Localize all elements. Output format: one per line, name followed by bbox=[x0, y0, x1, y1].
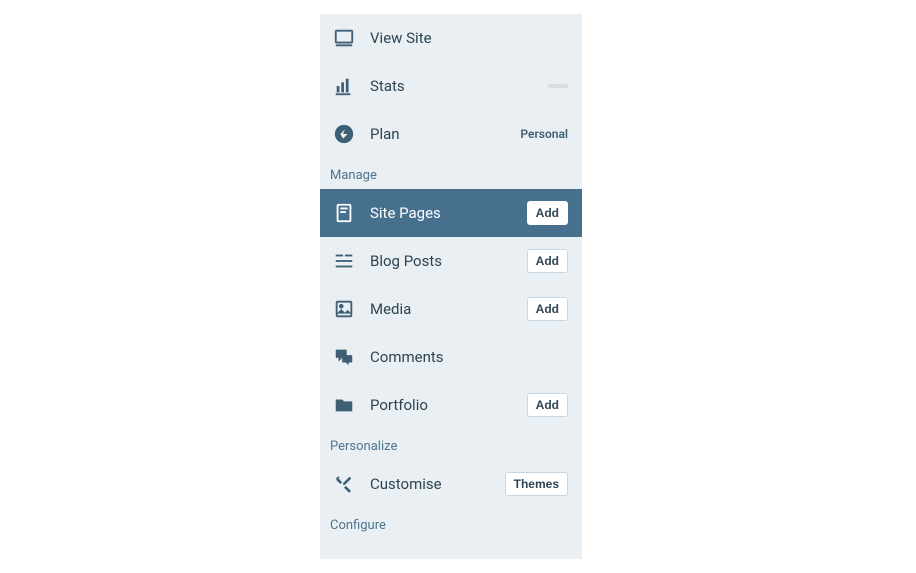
plan-badge: Personal bbox=[520, 127, 568, 141]
page-icon bbox=[332, 201, 356, 225]
stats-icon bbox=[332, 74, 356, 98]
nav-label: Media bbox=[370, 300, 527, 318]
nav-blog-posts[interactable]: Blog Posts Add bbox=[320, 237, 582, 285]
section-personalize: Personalize bbox=[320, 429, 582, 460]
add-portfolio-button[interactable]: Add bbox=[527, 393, 568, 417]
folder-icon bbox=[332, 393, 356, 417]
nav-view-site[interactable]: View Site bbox=[320, 14, 582, 62]
nav-portfolio[interactable]: Portfolio Add bbox=[320, 381, 582, 429]
media-icon bbox=[332, 297, 356, 321]
comments-icon bbox=[332, 345, 356, 369]
nav-comments[interactable]: Comments bbox=[320, 333, 582, 381]
nav-label: View Site bbox=[370, 29, 568, 47]
posts-icon bbox=[332, 249, 356, 273]
plan-icon bbox=[332, 122, 356, 146]
nav-label: Site Pages bbox=[370, 204, 527, 222]
tools-icon bbox=[332, 472, 356, 496]
section-configure: Configure bbox=[320, 508, 582, 539]
nav-plan[interactable]: Plan Personal bbox=[320, 110, 582, 158]
nav-customise[interactable]: Customise Themes bbox=[320, 460, 582, 508]
nav-stats[interactable]: Stats bbox=[320, 62, 582, 110]
nav-label: Portfolio bbox=[370, 396, 527, 414]
nav-site-pages[interactable]: Site Pages Add bbox=[320, 189, 582, 237]
add-page-button[interactable]: Add bbox=[527, 201, 568, 225]
section-manage: Manage bbox=[320, 158, 582, 189]
monitor-icon bbox=[332, 26, 356, 50]
admin-sidebar: View Site Stats Plan Personal Manage Sit… bbox=[320, 14, 582, 559]
add-media-button[interactable]: Add bbox=[527, 297, 568, 321]
nav-label: Comments bbox=[370, 348, 568, 366]
nav-media[interactable]: Media Add bbox=[320, 285, 582, 333]
stats-placeholder bbox=[548, 84, 568, 88]
nav-label: Customise bbox=[370, 475, 505, 493]
add-post-button[interactable]: Add bbox=[527, 249, 568, 273]
nav-label: Blog Posts bbox=[370, 252, 527, 270]
nav-label: Plan bbox=[370, 125, 520, 143]
themes-button[interactable]: Themes bbox=[505, 472, 568, 496]
nav-label: Stats bbox=[370, 77, 548, 95]
